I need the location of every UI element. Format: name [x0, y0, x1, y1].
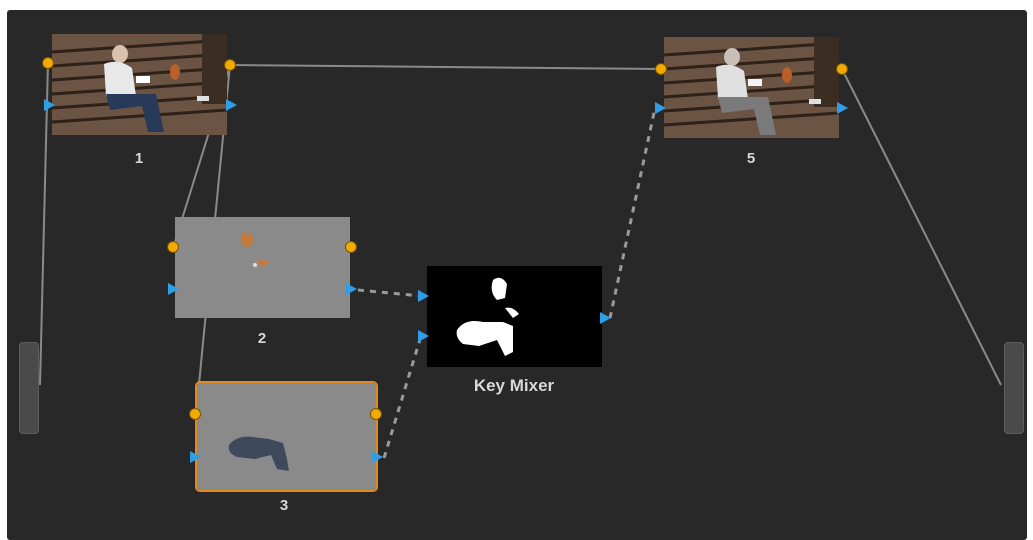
key-mixer-label: Key Mixer [473, 376, 555, 395]
key-input-icon[interactable] [418, 330, 429, 342]
right-output-handle[interactable] [1004, 342, 1024, 434]
key-input-icon[interactable] [168, 283, 179, 295]
left-input-handle[interactable] [19, 342, 39, 434]
rgb-output-icon[interactable] [836, 63, 848, 75]
key-output-icon[interactable] [837, 102, 848, 114]
node-editor[interactable]: 1 2 3 Key Mixer 5 [7, 10, 1027, 540]
key-mixer-thumbnail[interactable] [427, 266, 602, 367]
stairs-scene-image [664, 37, 839, 138]
key-output-icon[interactable] [346, 283, 357, 295]
rgb-output-icon[interactable] [224, 59, 236, 71]
key-input-icon[interactable] [190, 451, 201, 463]
key-mask-image [427, 266, 602, 367]
node-3-thumbnail[interactable] [195, 381, 378, 492]
rgb-input-icon[interactable] [189, 408, 201, 420]
key-output-icon[interactable] [372, 451, 383, 463]
stairs-scene-image [52, 34, 227, 135]
wire-keymixer-to-node5[interactable] [608, 107, 657, 319]
rgb-input-icon[interactable] [42, 57, 54, 69]
qualifier-matte-image [175, 217, 350, 318]
node-1-thumbnail[interactable] [52, 34, 227, 135]
node-3-label: 3 [279, 497, 289, 514]
wire-node1-to-node5[interactable] [229, 64, 661, 70]
rgb-output-icon[interactable] [370, 408, 382, 420]
rgb-input-icon[interactable] [167, 241, 179, 253]
key-input-icon[interactable] [655, 102, 666, 114]
node-2-thumbnail[interactable] [175, 217, 350, 318]
rgb-output-icon[interactable] [345, 241, 357, 253]
node-2-label: 2 [257, 330, 267, 347]
node-5-thumbnail[interactable] [664, 37, 839, 138]
wire-node3-to-keymixer[interactable] [382, 335, 423, 459]
node-5-label: 5 [746, 150, 756, 167]
node-1-label: 1 [134, 150, 144, 167]
key-output-icon[interactable] [226, 99, 237, 111]
qualifier-matte-image [197, 383, 376, 490]
wire-node2-to-keymixer[interactable] [357, 288, 422, 298]
wire-node5-to-handle-right[interactable] [841, 68, 1002, 386]
key-input-icon[interactable] [44, 99, 55, 111]
key-output-icon[interactable] [600, 312, 611, 324]
rgb-input-icon[interactable] [655, 63, 667, 75]
key-input-icon[interactable] [418, 290, 429, 302]
